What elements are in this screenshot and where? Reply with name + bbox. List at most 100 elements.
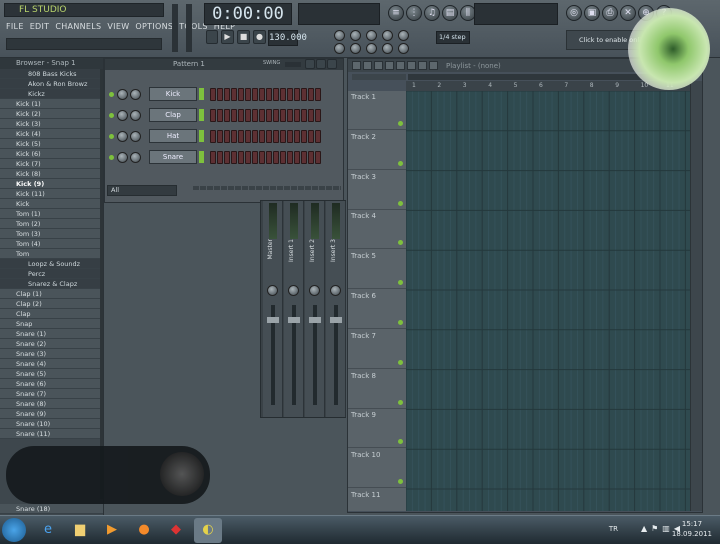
track-led[interactable] <box>398 160 403 166</box>
step-button[interactable] <box>280 108 286 122</box>
browser-item[interactable]: Kick (7) <box>0 159 103 169</box>
step-button[interactable] <box>217 87 223 101</box>
step-button[interactable] <box>301 129 307 143</box>
step-button[interactable] <box>252 129 258 143</box>
step-button[interactable] <box>231 87 237 101</box>
step-button[interactable] <box>301 87 307 101</box>
step-button[interactable] <box>231 129 237 143</box>
browser-item[interactable]: Tom (3) <box>0 229 103 239</box>
step-button[interactable] <box>301 150 307 164</box>
knob[interactable] <box>334 43 345 54</box>
browser-item[interactable]: Snare (11) <box>0 429 103 439</box>
channel-name-button[interactable]: Kick <box>149 87 197 101</box>
step-button[interactable] <box>273 87 279 101</box>
render-icon[interactable]: ⎙ <box>602 5 618 21</box>
paint-tool-icon[interactable] <box>363 61 372 70</box>
channel-led[interactable] <box>109 154 114 160</box>
menu-file[interactable]: FILE <box>6 22 24 36</box>
channel-name-button[interactable]: Clap <box>149 108 197 122</box>
step-button[interactable] <box>245 87 251 101</box>
ie-icon[interactable]: e <box>34 518 62 543</box>
knob[interactable] <box>366 43 377 54</box>
knob[interactable] <box>334 30 345 41</box>
step-button[interactable] <box>252 87 258 101</box>
step-button[interactable] <box>294 129 300 143</box>
fl-studio-taskbar-icon[interactable]: ◐ <box>194 518 222 543</box>
swing-slider[interactable] <box>285 62 301 67</box>
channel-volume-knob[interactable] <box>130 109 141 121</box>
step-button[interactable] <box>210 150 216 164</box>
mixer-strip[interactable]: Insert 1 <box>284 201 304 417</box>
step-button[interactable] <box>210 108 216 122</box>
step-button[interactable] <box>308 87 314 101</box>
track-header[interactable]: Track 1 <box>348 91 406 130</box>
browser-folder[interactable]: Kickz <box>0 89 103 99</box>
browser-item[interactable]: Snare (2) <box>0 339 103 349</box>
step-button[interactable] <box>301 108 307 122</box>
step-button[interactable] <box>280 87 286 101</box>
browser-folder[interactable]: Snarez & Clapz <box>0 279 103 289</box>
browser-item[interactable]: Snare (4) <box>0 359 103 369</box>
step-button[interactable] <box>224 108 230 122</box>
step-button[interactable] <box>308 129 314 143</box>
step-button[interactable] <box>259 108 265 122</box>
strip-fader[interactable] <box>288 317 300 323</box>
step-button[interactable] <box>280 129 286 143</box>
piano-roll-button[interactable] <box>327 59 337 69</box>
browser-item[interactable]: Kick (9) <box>0 179 103 189</box>
flag-icon[interactable]: ⚑ <box>651 524 658 533</box>
browser-item[interactable]: Clap <box>0 309 103 319</box>
channel-pan-knob[interactable] <box>117 130 128 142</box>
step-button[interactable] <box>294 87 300 101</box>
step-button[interactable] <box>266 150 272 164</box>
step-button[interactable] <box>273 108 279 122</box>
track-led[interactable] <box>398 399 403 405</box>
step-button[interactable] <box>224 87 230 101</box>
media-player-icon[interactable]: ▶ <box>98 518 126 543</box>
browser-item[interactable]: Kick (3) <box>0 119 103 129</box>
step-button[interactable] <box>308 150 314 164</box>
step-button[interactable] <box>315 129 321 143</box>
zoom-tool-icon[interactable] <box>418 61 427 70</box>
channel-select-led[interactable] <box>199 109 204 121</box>
slice-tool-icon[interactable] <box>396 61 405 70</box>
browser-item[interactable]: Snare (8) <box>0 399 103 409</box>
browser-item[interactable]: Snare (3) <box>0 349 103 359</box>
online-icon[interactable]: ◎ <box>566 5 582 21</box>
step-button[interactable] <box>245 150 251 164</box>
channel-led[interactable] <box>109 112 114 118</box>
delete-tool-icon[interactable] <box>374 61 383 70</box>
channel-volume-knob[interactable] <box>130 130 141 142</box>
browser-folder[interactable]: 808 Bass Kicks <box>0 69 103 79</box>
channel-filter[interactable]: All <box>107 185 177 196</box>
start-button-icon[interactable] <box>2 518 26 542</box>
menu-channels[interactable]: CHANNELS <box>55 22 101 36</box>
channel-name-button[interactable]: Hat <box>149 129 197 143</box>
strip-pan-knob[interactable] <box>267 285 278 296</box>
step-button[interactable] <box>252 108 258 122</box>
keyboard-editor-button[interactable] <box>316 59 326 69</box>
step-button[interactable] <box>273 129 279 143</box>
browser-item[interactable]: Kick (5) <box>0 139 103 149</box>
stepseq-button[interactable]: ⋮ <box>406 5 422 21</box>
step-button[interactable] <box>294 108 300 122</box>
network-icon[interactable]: ▥ <box>662 524 670 533</box>
knob[interactable] <box>350 43 361 54</box>
menu-edit[interactable]: EDIT <box>30 22 50 36</box>
step-button[interactable] <box>287 87 293 101</box>
channel-select-led[interactable] <box>199 151 204 163</box>
song-pattern-toggle[interactable] <box>206 30 218 44</box>
step-button[interactable] <box>315 87 321 101</box>
step-button[interactable] <box>238 108 244 122</box>
tempo-display[interactable]: 130.000 <box>268 30 307 46</box>
step-slide-toggle[interactable] <box>352 74 406 80</box>
disk-icon[interactable]: ▣ <box>584 5 600 21</box>
knob[interactable] <box>382 30 393 41</box>
browser-folder[interactable]: Akon & Ron Browz <box>0 79 103 89</box>
channel-name-button[interactable]: Snare <box>149 150 197 164</box>
channel-led[interactable] <box>109 91 114 97</box>
language-indicator[interactable]: TR <box>609 525 618 533</box>
channel-led[interactable] <box>109 133 114 139</box>
step-button[interactable] <box>245 108 251 122</box>
track-header[interactable]: Track 6 <box>348 290 406 329</box>
